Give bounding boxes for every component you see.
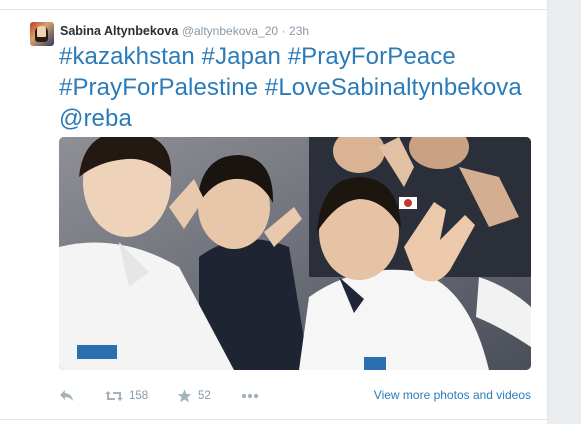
tweet-text: #kazakhstan #Japan #PrayForPeace #PrayFo… <box>59 41 539 134</box>
reply-button[interactable] <box>59 386 75 406</box>
avatar[interactable] <box>30 22 54 46</box>
reply-icon <box>59 389 75 403</box>
tweet-header: Sabina Altynbekova @altynbekova_20 · 23h <box>60 23 309 39</box>
header-separator: · <box>281 24 286 38</box>
tweet-text-line[interactable]: #PrayForPalestine #LoveSabinaltynbekova <box>59 72 539 103</box>
divider-bottom <box>0 419 547 424</box>
retweet-icon <box>105 389 123 403</box>
view-more-media-link[interactable]: View more photos and videos <box>374 388 531 402</box>
retweet-button[interactable]: 158 <box>105 386 148 406</box>
favorite-count: 52 <box>198 390 211 402</box>
star-icon <box>177 389 192 403</box>
divider-top <box>0 0 547 10</box>
more-dots-icon <box>241 393 259 399</box>
tweet-photo[interactable] <box>59 137 531 370</box>
retweet-count: 158 <box>129 390 149 402</box>
photo-illustration <box>59 137 531 370</box>
author-name[interactable]: Sabina Altynbekova <box>60 24 178 38</box>
tweet-timestamp[interactable]: 23h <box>289 24 309 38</box>
favorite-button[interactable]: 52 <box>177 386 211 406</box>
tweet-card: Sabina Altynbekova @altynbekova_20 · 23h… <box>0 0 548 424</box>
more-button[interactable] <box>241 386 259 406</box>
tweet-text-line[interactable]: @reba <box>59 103 539 134</box>
tweet-text-line[interactable]: #kazakhstan #Japan #PrayForPeace <box>59 41 539 72</box>
tweet-actions: 158 52 View more photos and videos <box>59 386 531 406</box>
author-handle[interactable]: @altynbekova_20 <box>182 24 278 38</box>
